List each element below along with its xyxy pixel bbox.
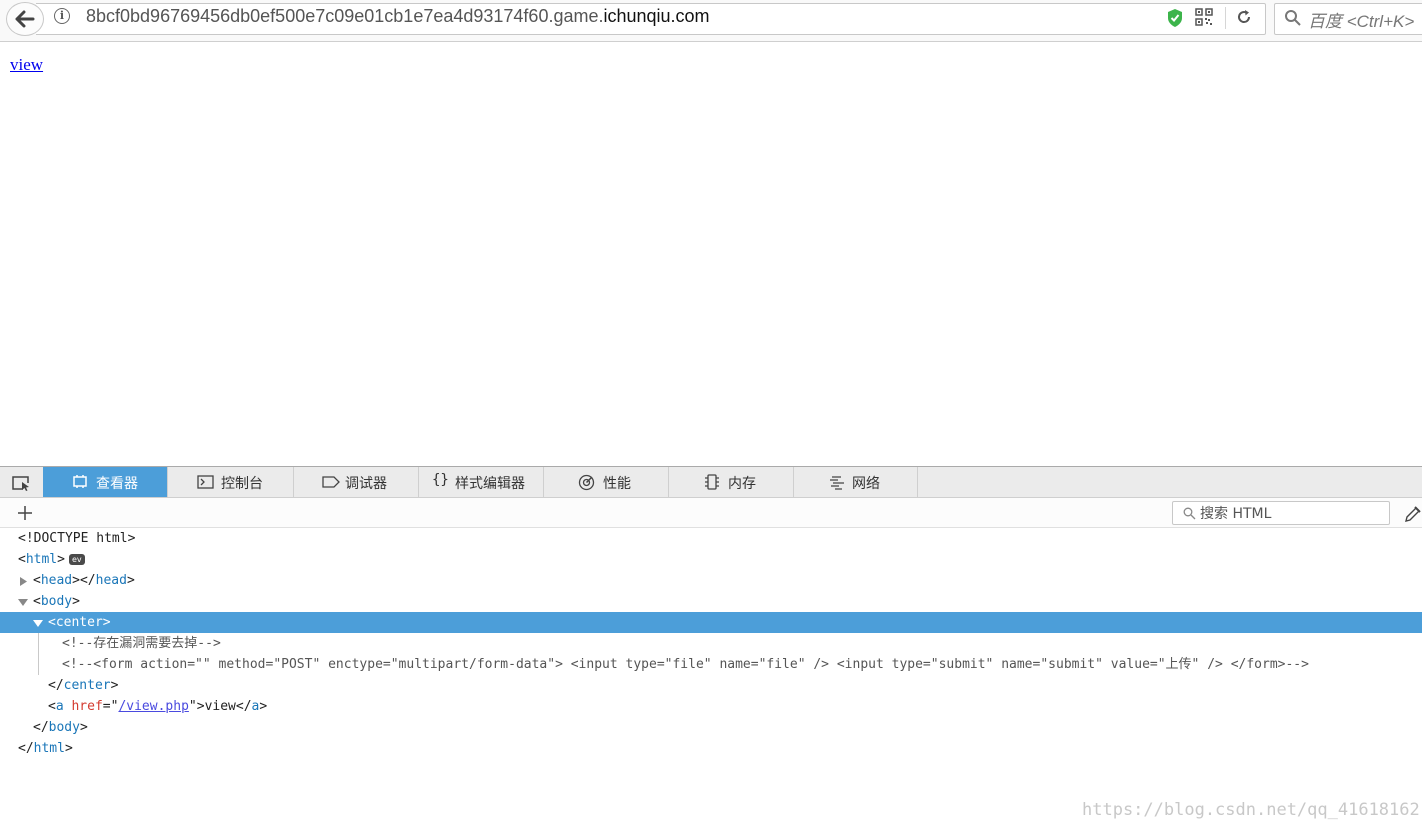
markup-line-html[interactable]: <html> ev (0, 549, 1422, 570)
markup-line-body[interactable]: <body> (0, 591, 1422, 612)
tab-memory[interactable]: 内存 (669, 467, 794, 497)
indent-guide (38, 633, 39, 675)
attr-value-link[interactable]: /view.php (118, 699, 188, 714)
tag-name: a (251, 699, 260, 714)
anchor-text: view (204, 699, 236, 714)
back-arrow-icon (15, 10, 35, 28)
url-text[interactable]: 8bcf0bd96769456db0ef500e7c09e01cb1e7ea4d… (86, 6, 710, 27)
url-host: ichunqiu.com (603, 6, 710, 26)
tag-name: center (55, 615, 103, 630)
view-link[interactable]: view (10, 55, 43, 75)
tab-label: 控制台 (221, 476, 263, 492)
tab-console[interactable]: 控制台 (168, 467, 294, 497)
markup-line-anchor[interactable]: <a href="/view.php">view</a> (0, 696, 1422, 717)
inspector-icon (73, 475, 87, 488)
html-search-placeholder[interactable]: 搜索 HTML (1200, 503, 1271, 523)
tag-name: html (25, 552, 58, 567)
search-placeholder[interactable]: 百度 <Ctrl+K> (1308, 7, 1414, 32)
markup-line-body-close[interactable]: </body> (0, 717, 1422, 738)
tab-label: 调试器 (345, 476, 387, 492)
tag-name: center (63, 678, 111, 693)
devtools-panel: 查看器 控制台 调试器 {} 样式编辑器 性能 内存 网络 搜索 HTML <!… (0, 466, 1422, 831)
markup-line-center-selected[interactable]: <center> (0, 612, 1422, 633)
console-icon (197, 475, 214, 489)
tab-style-editor[interactable]: {} 样式编辑器 (419, 467, 544, 497)
info-icon[interactable]: i (54, 8, 70, 24)
element-picker-icon[interactable] (11, 475, 31, 491)
tab-label: 性能 (603, 476, 631, 492)
tag-name: head (40, 573, 73, 588)
tag-name: a (55, 699, 64, 714)
collapse-arrow-icon[interactable] (18, 599, 28, 606)
debugger-icon (322, 476, 340, 488)
toolbar-separator (1225, 7, 1226, 29)
tag-name: body (40, 594, 73, 609)
tag-name: html (33, 741, 65, 756)
markup-view: <!DOCTYPE html> <html> ev <head></head> <… (0, 528, 1422, 828)
comment-text: <!--存在漏洞需要去掉--> (62, 636, 221, 651)
markup-line-comment[interactable]: <!--存在漏洞需要去掉--> (0, 633, 1422, 654)
event-badge[interactable]: ev (68, 554, 85, 565)
inspector-toolbar: 搜索 HTML (0, 498, 1422, 528)
devtools-tab-bar: 查看器 控制台 调试器 {} 样式编辑器 性能 内存 网络 (0, 467, 1422, 498)
url-prefix: 8bcf0bd96769456db0ef500e7c09e01cb1e7ea4d… (86, 6, 604, 26)
tab-inspector[interactable]: 查看器 (43, 467, 168, 497)
qr-code-icon[interactable] (1195, 8, 1213, 26)
tab-label: 内存 (728, 476, 756, 492)
tab-label: 网络 (852, 476, 880, 492)
search-icon (1285, 10, 1301, 26)
watermark: https://blog.csdn.net/qq_41618162 (1082, 800, 1420, 820)
doctype-text: <!DOCTYPE html> (18, 531, 136, 546)
markup-line-comment[interactable]: <!--<form action="" method="POST" enctyp… (0, 654, 1422, 675)
expand-arrow-icon[interactable] (20, 577, 27, 586)
shield-icon[interactable] (1166, 8, 1184, 28)
back-button[interactable] (6, 2, 44, 36)
browser-toolbar: i 8bcf0bd96769456db0ef500e7c09e01cb1e7ea… (0, 0, 1422, 42)
performance-icon (578, 474, 595, 491)
tab-label: 样式编辑器 (455, 476, 525, 492)
markup-line-head[interactable]: <head></head> (0, 570, 1422, 591)
tab-label: 查看器 (96, 476, 138, 492)
attr-name: href (71, 699, 103, 714)
comment-text: <!--<form action="" method="POST" enctyp… (62, 657, 1309, 672)
search-icon (1183, 507, 1196, 520)
markup-line-doctype[interactable]: <!DOCTYPE html> (0, 528, 1422, 549)
tab-network[interactable]: 网络 (794, 467, 918, 497)
style-editor-icon: {} (432, 472, 449, 488)
reload-icon[interactable] (1236, 9, 1252, 25)
tab-debugger[interactable]: 调试器 (294, 467, 419, 497)
memory-icon (705, 474, 719, 490)
tab-performance[interactable]: 性能 (544, 467, 669, 497)
eyedropper-icon[interactable] (1404, 505, 1422, 523)
markup-line-center-close[interactable]: </center> (0, 675, 1422, 696)
collapse-arrow-icon[interactable] (33, 620, 43, 627)
tag-name: head (95, 573, 127, 588)
add-node-icon[interactable] (16, 504, 34, 522)
tag-name: body (48, 720, 80, 735)
network-icon (830, 476, 844, 490)
markup-line-html-close[interactable]: </html> (0, 738, 1422, 759)
